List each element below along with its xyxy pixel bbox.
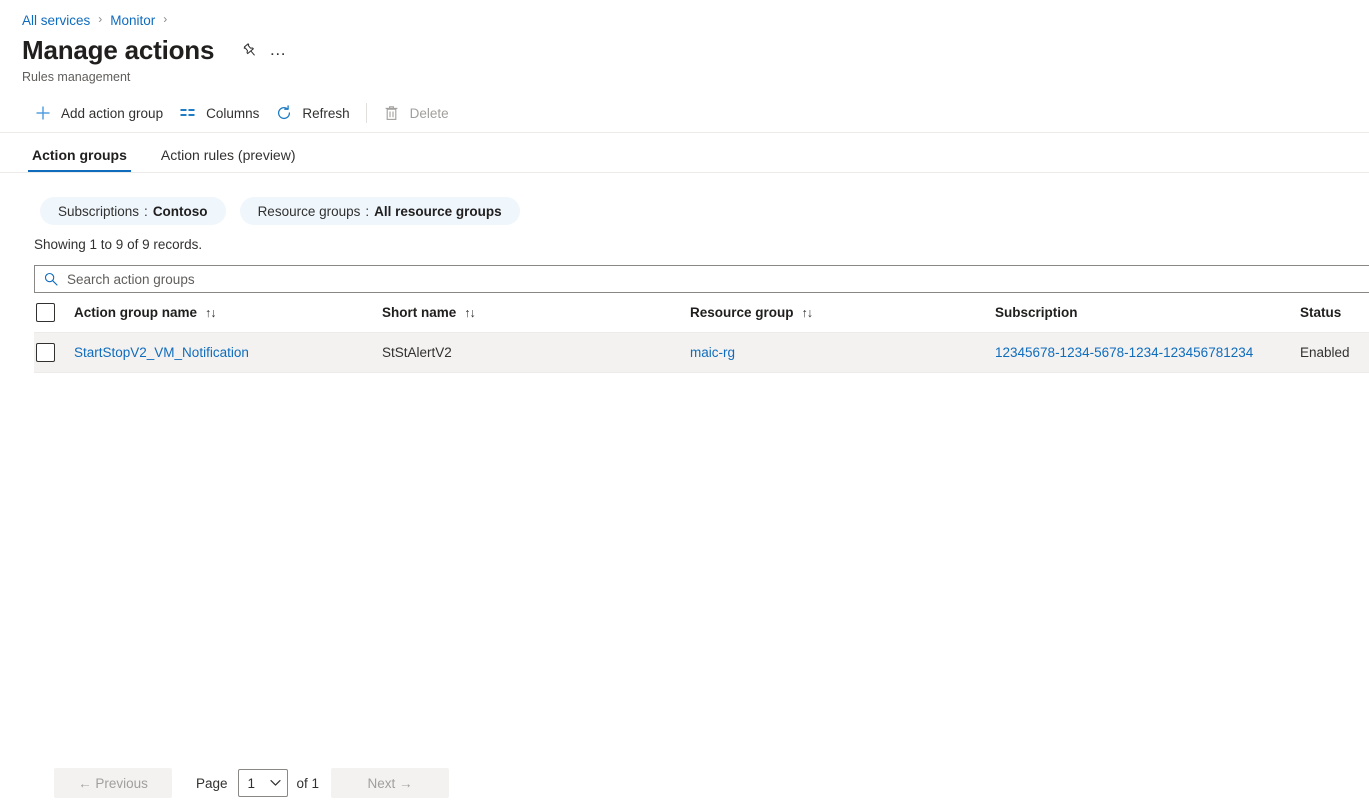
cell-subscription: 12345678-1234-5678-1234-123456781234 — [995, 345, 1300, 360]
page-title: Manage actions — [22, 34, 214, 66]
column-header-short-name-label: Short name — [382, 305, 456, 320]
columns-icon-svg — [180, 106, 196, 120]
filter-pill-subscriptions[interactable]: Subscriptions : Contoso — [40, 197, 226, 225]
sort-arrows-icon: ↑↓ — [464, 306, 475, 320]
cell-short-name: StStAlertV2 — [382, 345, 690, 360]
column-header-resource-group[interactable]: Resource group ↑↓ — [690, 305, 995, 320]
column-header-action-group-name-label: Action group name — [74, 305, 197, 320]
page-total-label: of 1 — [297, 776, 320, 791]
add-action-group-button[interactable]: Add action group — [28, 99, 173, 127]
row-select-cell — [34, 343, 74, 362]
next-page-button[interactable]: Next → — [331, 768, 449, 798]
add-action-group-label: Add action group — [61, 106, 163, 121]
page-label: Page — [196, 776, 228, 791]
column-header-status[interactable]: Status — [1300, 305, 1369, 320]
cell-resource-group: maic-rg — [690, 345, 995, 360]
search-input[interactable] — [65, 266, 1369, 292]
column-header-resource-group-label: Resource group — [690, 305, 794, 320]
page-number-selector[interactable]: 1 — [238, 769, 288, 797]
breadcrumb-chevron-icon: › — [163, 12, 167, 26]
refresh-icon-svg — [276, 105, 292, 121]
breadcrumb-item-monitor[interactable]: Monitor — [110, 13, 155, 28]
filter-pill-subscriptions-value: Contoso — [153, 204, 208, 219]
pin-icon[interactable] — [236, 36, 264, 64]
column-header-status-label: Status — [1300, 305, 1341, 320]
toolbar-divider — [366, 103, 367, 123]
columns-button[interactable]: Columns — [173, 99, 269, 127]
breadcrumb-item-all-services[interactable]: All services — [22, 13, 90, 28]
filter-pill-resource-groups-value: All resource groups — [374, 204, 502, 219]
tab-action-rules-preview[interactable]: Action rules (preview) — [157, 147, 300, 172]
filter-pill-resource-groups-name: Resource groups — [258, 204, 361, 219]
sort-arrows-icon: ↑↓ — [205, 306, 216, 320]
ellipsis-glyph: … — [269, 46, 287, 54]
page-subtitle: Rules management — [0, 68, 1369, 90]
filter-pill-subscriptions-separator: : — [144, 204, 148, 219]
select-all-cell — [34, 303, 74, 322]
plus-icon-svg — [35, 105, 51, 121]
columns-label: Columns — [206, 106, 259, 121]
select-all-checkbox[interactable] — [36, 303, 55, 322]
filter-pill-resource-groups[interactable]: Resource groups : All resource groups — [240, 197, 520, 225]
pagination: ← Previous Page 1 of 1 Next → — [54, 768, 449, 798]
trash-icon-svg — [384, 105, 399, 121]
breadcrumb: All services › Monitor › — [0, 0, 1369, 30]
search-icon — [44, 272, 58, 286]
filter-pill-resource-groups-separator: : — [365, 204, 369, 219]
row-checkbox[interactable] — [36, 343, 55, 362]
sort-arrows-icon: ↑↓ — [802, 306, 813, 320]
page-number-select[interactable]: 1 — [238, 769, 288, 797]
command-bar: Add action group Columns Refresh — [0, 94, 1369, 132]
columns-icon — [177, 103, 199, 123]
search-box[interactable] — [34, 265, 1369, 293]
tab-list: Action groups Action rules (preview) — [0, 133, 1369, 173]
cell-status: Enabled — [1300, 345, 1369, 360]
refresh-button[interactable]: Refresh — [269, 99, 359, 127]
resource-group-link[interactable]: maic-rg — [690, 345, 735, 360]
refresh-label: Refresh — [302, 106, 349, 121]
previous-page-button[interactable]: ← Previous — [54, 768, 172, 798]
cell-action-group-name: StartStopV2_VM_Notification — [74, 345, 382, 360]
tab-action-rules-preview-label: Action rules (preview) — [161, 147, 296, 163]
breadcrumb-chevron-icon: › — [98, 12, 102, 26]
table-header-row: Action group name ↑↓ Short name ↑↓ Resou… — [34, 293, 1369, 333]
delete-button[interactable]: Delete — [377, 99, 459, 127]
more-options-icon[interactable]: … — [264, 36, 292, 64]
filter-pill-subscriptions-name: Subscriptions — [58, 204, 139, 219]
page-title-actions: … — [236, 36, 292, 64]
subscription-link[interactable]: 12345678-1234-5678-1234-123456781234 — [995, 345, 1253, 360]
column-header-action-group-name[interactable]: Action group name ↑↓ — [74, 305, 382, 320]
refresh-icon — [273, 103, 295, 123]
tab-action-groups-label: Action groups — [32, 147, 127, 163]
trash-icon — [381, 103, 403, 123]
column-header-short-name[interactable]: Short name ↑↓ — [382, 305, 690, 320]
pin-icon-svg — [242, 42, 259, 59]
plus-icon — [32, 103, 54, 123]
action-groups-table: Action group name ↑↓ Short name ↑↓ Resou… — [34, 293, 1369, 373]
column-header-subscription-label: Subscription — [995, 305, 1078, 320]
table-row[interactable]: StartStopV2_VM_Notification StStAlertV2 … — [34, 333, 1369, 373]
action-group-name-link[interactable]: StartStopV2_VM_Notification — [74, 345, 249, 360]
column-header-subscription[interactable]: Subscription — [995, 305, 1300, 320]
delete-label: Delete — [410, 106, 449, 121]
manage-actions-page: All services › Monitor › Manage actions … — [0, 0, 1369, 810]
search-icon-svg — [44, 272, 58, 286]
records-count-text: Showing 1 to 9 of 9 records. — [0, 227, 1369, 255]
page-title-row: Manage actions … — [0, 30, 1369, 68]
filter-pill-list: Subscriptions : Contoso Resource groups … — [0, 173, 1369, 227]
tab-action-groups[interactable]: Action groups — [28, 147, 131, 172]
